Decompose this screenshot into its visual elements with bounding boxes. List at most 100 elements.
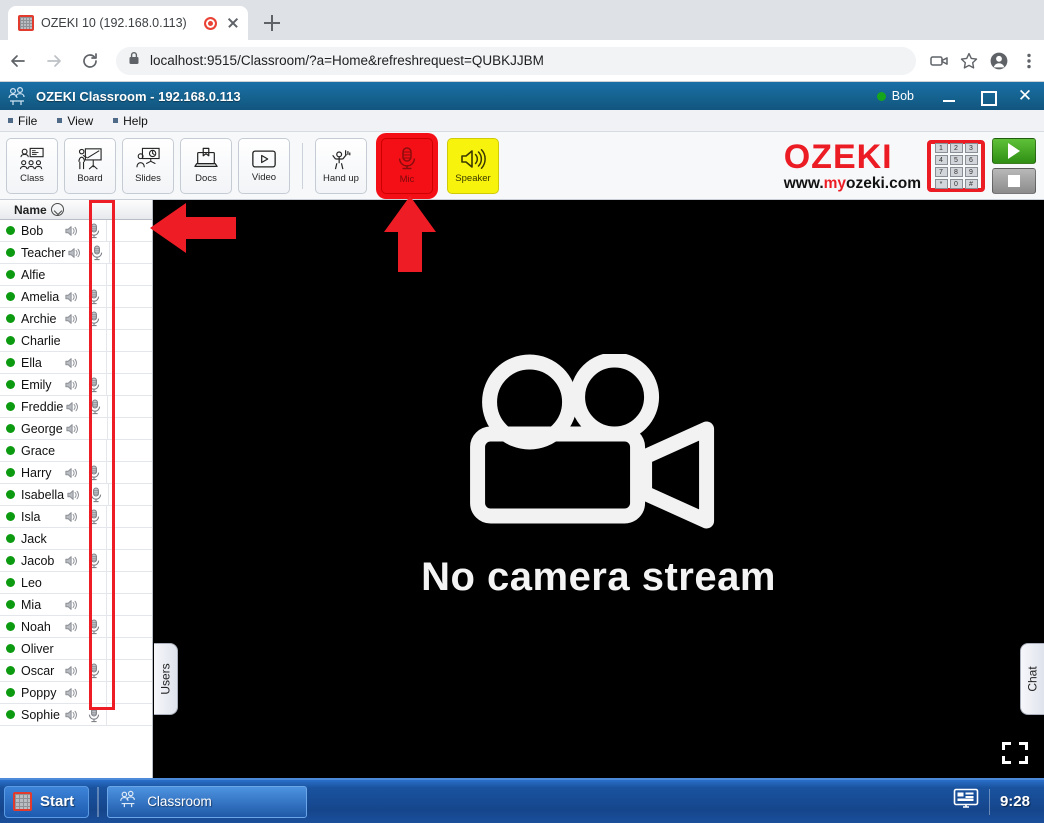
user-list-item[interactable]: Amelia (0, 286, 152, 308)
user-list-item[interactable]: Archie (0, 308, 152, 330)
user-mic-toggle[interactable] (82, 310, 106, 327)
app-close-button[interactable]: ✕ (1006, 82, 1044, 110)
toolbar-button-mic[interactable]: Mic (381, 137, 433, 194)
three-dot-menu-icon[interactable] (1014, 46, 1044, 76)
keypad-key: 2 (949, 142, 963, 153)
user-speaker-toggle[interactable] (62, 665, 82, 677)
user-list-item[interactable]: Bob (0, 220, 152, 242)
user-speaker-toggle[interactable] (62, 511, 82, 523)
menu-item-file[interactable]: File (8, 114, 37, 128)
toolbar-button-slides[interactable]: Slides (122, 137, 174, 194)
user-speaker-toggle[interactable] (62, 225, 82, 237)
user-mic-toggle[interactable] (85, 244, 109, 261)
user-list-item[interactable]: Oliver (0, 638, 152, 660)
user-speaker-toggle[interactable] (62, 599, 82, 611)
user-mic-toggle[interactable] (84, 486, 108, 503)
user-list-item[interactable]: Alfie (0, 264, 152, 286)
user-list-item[interactable]: Charlie (0, 330, 152, 352)
user-list-item[interactable]: Sophie (0, 704, 152, 726)
document-laptop-icon (194, 147, 218, 167)
user-list-item[interactable]: Mia (0, 594, 152, 616)
new-tab-button[interactable] (258, 9, 286, 37)
browser-tab[interactable]: OZEKI 10 (192.168.0.113) (8, 6, 248, 40)
user-speaker-toggle[interactable] (62, 709, 82, 721)
reload-icon[interactable] (72, 43, 108, 79)
toolbar-button-docs[interactable]: Docs (180, 137, 232, 194)
bookmark-star-icon[interactable] (954, 46, 984, 76)
taskbar-item-classroom[interactable]: Classroom (107, 785, 308, 818)
forward-arrow-icon[interactable] (36, 43, 72, 79)
app-body: Name Bob Teacher Alfie Amelia Archie Charlie E… (0, 200, 1044, 778)
user-mic-toggle[interactable] (82, 706, 106, 723)
speaker-small-icon (65, 225, 77, 236)
profile-avatar-icon[interactable] (984, 46, 1014, 76)
user-list-item[interactable]: Harry (0, 462, 152, 484)
user-mic-toggle[interactable] (82, 618, 106, 635)
app-minimize-button[interactable] (930, 82, 968, 110)
user-mic-toggle[interactable] (83, 398, 107, 415)
app-maximize-button[interactable] (968, 82, 1006, 110)
user-list-item[interactable]: Poppy (0, 682, 152, 704)
tab-chat[interactable]: Chat (1020, 643, 1044, 715)
user-list-item[interactable]: Grace (0, 440, 152, 462)
user-mic-toggle[interactable] (82, 288, 106, 305)
user-mic-toggle[interactable] (82, 464, 106, 481)
video-camera-icon[interactable] (924, 46, 954, 76)
user-speaker-toggle[interactable] (62, 379, 82, 391)
user-mic-toggle[interactable] (82, 222, 106, 239)
user-speaker-toggle[interactable] (62, 621, 82, 633)
start-button[interactable]: Start (4, 785, 90, 818)
menu-item-help[interactable]: Help (113, 114, 148, 128)
taskbar-divider (97, 786, 100, 817)
close-icon[interactable] (224, 14, 242, 32)
user-speaker-toggle[interactable] (63, 423, 83, 435)
play-button[interactable] (992, 137, 1036, 164)
tab-users[interactable]: Users (154, 643, 178, 715)
user-list-item[interactable]: George (0, 418, 152, 440)
toolbar-button-video[interactable]: Video (238, 137, 290, 194)
user-list-item[interactable]: Ella (0, 352, 152, 374)
user-mic-toggle[interactable] (82, 508, 106, 525)
fullscreen-expand-icon[interactable] (1002, 742, 1028, 764)
user-mic-toggle[interactable] (82, 552, 106, 569)
toolbar-button-board[interactable]: Board (64, 137, 116, 194)
user-list-item[interactable]: Oscar (0, 660, 152, 682)
toolbar-button-hand-up[interactable]: Hand up (315, 137, 367, 194)
user-status-dot (876, 91, 886, 101)
user-speaker-toggle[interactable] (65, 247, 85, 259)
user-speaker-toggle[interactable] (62, 291, 82, 303)
user-speaker-toggle[interactable] (62, 687, 82, 699)
microphone-small-icon (92, 244, 103, 260)
user-list-item[interactable]: Freddie (0, 396, 152, 418)
user-mic-toggle[interactable] (82, 376, 106, 393)
stop-button[interactable] (992, 167, 1036, 194)
video-camera-large-icon (469, 354, 714, 529)
user-list-item[interactable]: Noah (0, 616, 152, 638)
user-list-item[interactable]: Leo (0, 572, 152, 594)
toolbar-button-speaker[interactable]: Speaker (447, 137, 499, 194)
toolbar-button-class[interactable]: Class (6, 137, 58, 194)
user-list-item[interactable]: Jack (0, 528, 152, 550)
user-list-item[interactable]: Jacob (0, 550, 152, 572)
user-status-dot (6, 446, 15, 455)
chevron-down-circle-icon[interactable] (50, 203, 64, 216)
user-speaker-toggle[interactable] (64, 489, 84, 501)
user-speaker-toggle[interactable] (63, 401, 83, 413)
microphone-small-icon (88, 662, 100, 678)
user-list-item[interactable]: Isabella (0, 484, 152, 506)
user-list-item[interactable]: Teacher (0, 242, 152, 264)
current-user-chip[interactable]: Bob (876, 89, 914, 103)
user-speaker-toggle[interactable] (62, 313, 82, 325)
user-speaker-toggle[interactable] (62, 555, 82, 567)
user-list-item[interactable]: Isla (0, 506, 152, 528)
user-speaker-toggle[interactable] (62, 357, 82, 369)
back-arrow-icon[interactable] (0, 43, 36, 79)
user-speaker-toggle[interactable] (62, 467, 82, 479)
menu-item-view[interactable]: View (57, 114, 93, 128)
user-list-header[interactable]: Name (0, 200, 152, 220)
address-bar[interactable]: localhost:9515/Classroom/?a=Home&refresh… (116, 46, 916, 75)
display-monitor-icon[interactable] (953, 788, 979, 815)
no-camera-text: No camera stream (421, 555, 776, 600)
user-list-item[interactable]: Emily (0, 374, 152, 396)
user-mic-toggle[interactable] (82, 662, 106, 679)
